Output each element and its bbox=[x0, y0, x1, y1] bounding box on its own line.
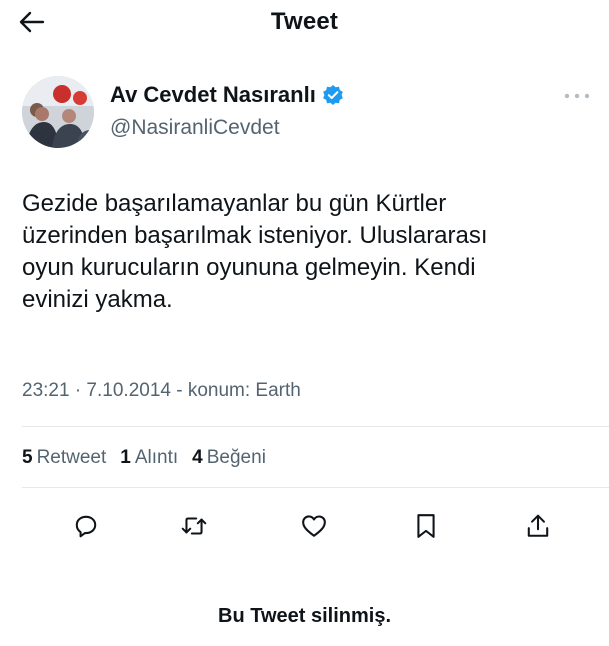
reply-icon bbox=[75, 515, 97, 538]
top-bar: Tweet bbox=[0, 0, 609, 44]
retweets-label: Retweet bbox=[36, 447, 107, 468]
page-title: Tweet bbox=[270, 8, 339, 35]
user-handle[interactable]: @NasiranliCevdet bbox=[110, 116, 280, 140]
avatar-photo bbox=[22, 76, 94, 148]
name-line: Av Cevdet Nasıranlı bbox=[110, 82, 344, 108]
like-button[interactable] bbox=[296, 508, 332, 544]
deleted-notice: Bu Tweet silinmiş. bbox=[218, 605, 391, 627]
tweet-text-line: üzerinden başarılmak isteniyor. Uluslara… bbox=[22, 222, 488, 249]
tweet-stats: 5 Retweet 1 Alıntı 4 Beğeni bbox=[22, 447, 266, 469]
tweet-text: Gezide başarılamayanlar bu gün Kürtler ü… bbox=[22, 188, 587, 316]
author-row: Av Cevdet Nasıranlı @NasiranliCevdet bbox=[22, 74, 592, 150]
bookmark-button[interactable] bbox=[408, 508, 444, 544]
retweets-stat[interactable]: 5 Retweet bbox=[22, 447, 106, 469]
avatar[interactable] bbox=[22, 76, 94, 148]
action-bar bbox=[22, 508, 586, 544]
divider bbox=[22, 426, 609, 427]
quotes-label: Alıntı bbox=[134, 447, 179, 468]
tweet-text-line: oyun kurucuların oyununa gelmeyin. Kendi bbox=[22, 254, 476, 281]
tweet-timestamp[interactable]: 23:21 · 7.10.2014 - konum: Earth bbox=[22, 380, 301, 402]
more-dots-icon bbox=[564, 93, 590, 99]
more-options-button[interactable] bbox=[562, 88, 592, 104]
reply-button[interactable] bbox=[68, 508, 104, 544]
divider bbox=[22, 487, 609, 488]
bookmark-icon bbox=[417, 514, 435, 538]
likes-stat[interactable]: 4 Beğeni bbox=[192, 447, 266, 469]
likes-count: 4 bbox=[192, 447, 203, 468]
share-icon bbox=[527, 514, 549, 537]
retweet-button[interactable] bbox=[176, 508, 212, 544]
tweet-text-line: evinizi yakma. bbox=[22, 286, 173, 313]
share-button[interactable] bbox=[520, 508, 556, 544]
retweet-icon bbox=[181, 517, 207, 535]
tweet-text-line: Gezide başarılamayanlar bu gün Kürtler bbox=[22, 190, 447, 217]
retweets-count: 5 bbox=[22, 447, 33, 468]
display-name[interactable]: Av Cevdet Nasıranlı bbox=[110, 82, 316, 108]
likes-label: Beğeni bbox=[206, 447, 266, 468]
quotes-stat[interactable]: 1 Alıntı bbox=[120, 447, 178, 469]
verified-badge-icon bbox=[323, 85, 343, 105]
quotes-count: 1 bbox=[120, 447, 131, 468]
like-icon bbox=[302, 515, 326, 537]
